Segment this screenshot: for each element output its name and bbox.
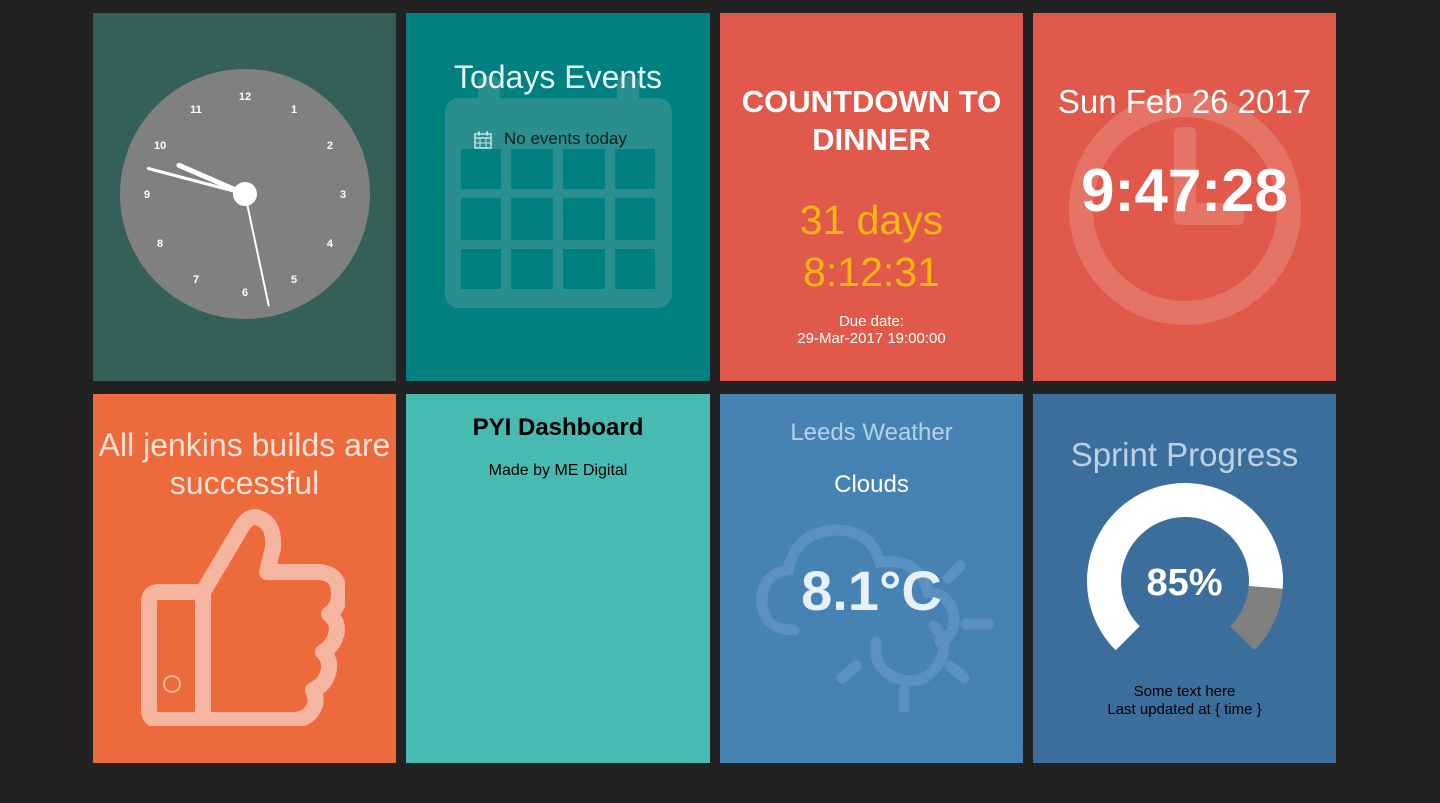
clock-number: 11 (190, 104, 202, 116)
sprint-updated: Last updated at { time } (1107, 701, 1262, 718)
clock-number: 1 (291, 104, 297, 116)
jenkins-status-line2: successful (169, 465, 320, 501)
clock-number: 5 (291, 274, 297, 286)
sprint-progress-widget: Sprint Progress 85% Some text here Last … (1033, 394, 1336, 763)
no-events-text: No events today (504, 129, 627, 148)
small-calendar-icon (474, 131, 492, 149)
countdown-days: 31 days (799, 197, 944, 243)
countdown-remaining: 8:12:31 (803, 249, 940, 295)
weather-temperature: 8.1°C (801, 559, 942, 622)
dashboard-subtitle: Made by ME Digital (488, 462, 628, 479)
due-date-value: 29-Mar-2017 19:00:00 (797, 330, 946, 347)
sprint-more-info: Some text here (1133, 683, 1236, 700)
countdown-widget: COUNTDOWN TO DINNER 31 days 8:12:31 Due … (720, 13, 1023, 381)
jenkins-status-line1: All jenkins builds are (98, 427, 391, 463)
current-time: 9:47:28 (1081, 157, 1288, 224)
events-widget: Todays Events No events today (406, 13, 710, 381)
analog-clock: 121234567891011 (120, 69, 370, 319)
sprint-percent: 85% (1146, 562, 1223, 604)
datetime-widget: Sun Feb 26 2017 9:47:28 (1033, 13, 1336, 381)
events-title: Todays Events (453, 59, 663, 95)
jenkins-widget: All jenkins builds are successful (93, 394, 396, 763)
due-date-label: Due date: (838, 313, 905, 330)
calendar-icon (445, 76, 672, 308)
weather-title: Leeds Weather (790, 419, 953, 446)
analog-clock-widget: 12 1 2 3 4 5 6 7 8 9 10 11 (93, 13, 396, 381)
weather-widget: Leeds Weather Clouds 8.1°C (720, 394, 1023, 763)
clock-number: 2 (327, 140, 333, 152)
countdown-title-line2: DINNER (812, 122, 931, 157)
clock-number: 4 (327, 238, 334, 250)
countdown-title-line1: COUNTDOWN TO (741, 84, 1002, 119)
clock-number: 8 (157, 238, 163, 250)
clock-number: 9 (144, 189, 150, 201)
jenkins-status-text: All jenkins builds are successful (93, 426, 396, 502)
clock-center (233, 182, 257, 206)
clock-number: 12 (239, 91, 251, 103)
text-widget: PYI Dashboard Made by ME Digital (406, 394, 710, 763)
clock-number: 10 (154, 140, 166, 152)
clock-number: 3 (340, 189, 346, 201)
thumbs-up-icon (141, 509, 345, 726)
dashboard-title: PYI Dashboard (472, 414, 644, 441)
clock-number: 7 (193, 274, 199, 286)
clock-number: 6 (242, 287, 248, 299)
event-list-item: No events today (474, 129, 627, 149)
weather-condition: Clouds (834, 471, 909, 498)
countdown-title: COUNTDOWN TO DINNER (720, 83, 1023, 159)
current-date: Sun Feb 26 2017 (1057, 83, 1312, 120)
